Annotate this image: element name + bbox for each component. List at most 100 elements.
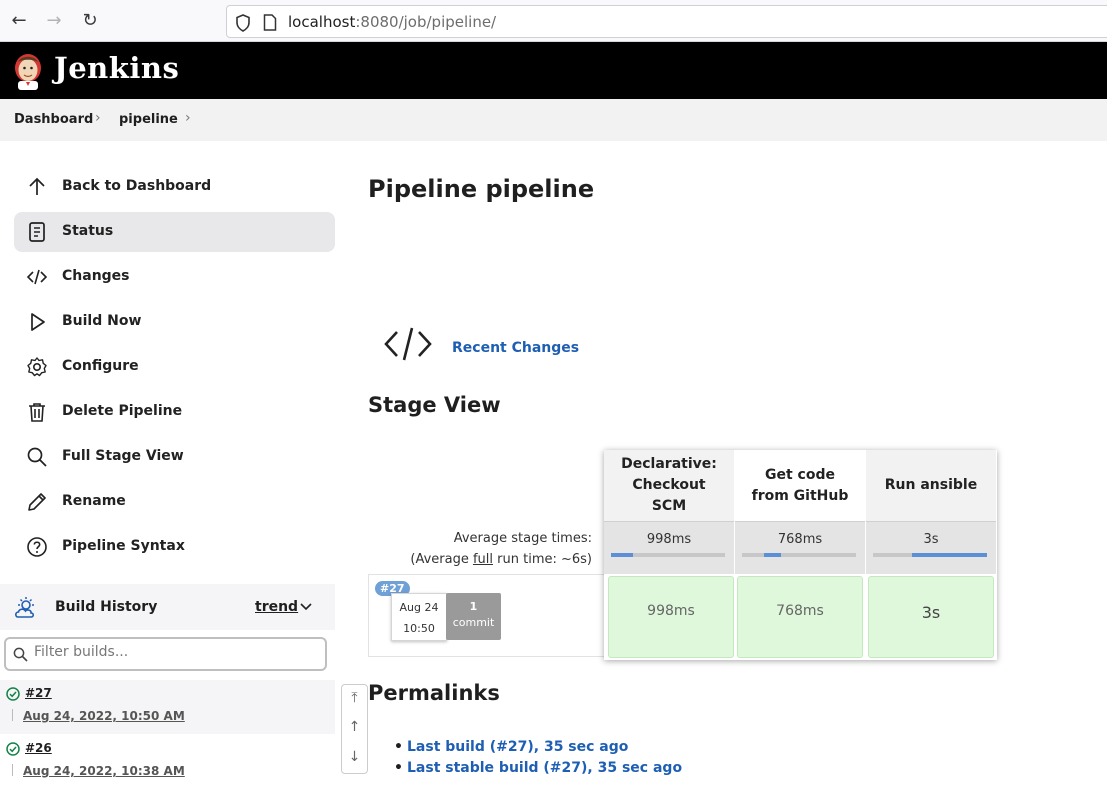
- success-check-icon: [6, 687, 20, 701]
- stage-time-bar: [742, 553, 856, 557]
- permalink-last-stable-build[interactable]: Last stable build (#27), 35 sec ago: [394, 760, 682, 776]
- stage-header: Declarative: Checkout SCM: [604, 450, 734, 521]
- breadcrumb-separator[interactable]: ›: [95, 110, 101, 126]
- sidebar-item-label: Full Stage View: [62, 448, 184, 464]
- back-button[interactable]: ←: [8, 10, 30, 32]
- browser-toolbar: ← → ↻ localhost:8080/job/pipeline/: [0, 0, 1107, 42]
- stage-average-time: 3s: [923, 532, 939, 547]
- breadcrumb: Dashboard › pipeline ›: [0, 99, 1107, 141]
- permalink-text[interactable]: Last stable build (#27), 35 sec ago: [407, 760, 682, 776]
- stage-average-time: 998ms: [646, 532, 692, 547]
- timeline-divider: [12, 764, 13, 776]
- breadcrumb-dashboard[interactable]: Dashboard: [14, 112, 93, 127]
- filter-builds-field[interactable]: [4, 637, 327, 671]
- recent-changes-link[interactable]: Recent Changes: [452, 340, 579, 356]
- scroll-controls: ⤒ ↑ ↓: [341, 684, 368, 774]
- trend-link[interactable]: trend: [255, 599, 298, 615]
- run-date: Aug 24: [399, 601, 439, 614]
- sidebar-item-label: Build Now: [62, 313, 142, 329]
- scroll-down-button[interactable]: ↓: [342, 749, 367, 765]
- pencil-icon: [28, 493, 46, 511]
- stage-time-bar-fill: [764, 553, 781, 557]
- sidebar-item-label: Changes: [62, 268, 130, 284]
- permalink-last-build[interactable]: Last build (#27), 35 sec ago: [394, 739, 628, 755]
- search-icon: [13, 647, 28, 662]
- scroll-up-button[interactable]: ↑: [342, 719, 367, 735]
- sidebar-item-changes[interactable]: Changes: [14, 257, 335, 297]
- jenkins-title[interactable]: Jenkins: [54, 51, 179, 85]
- url-text: localhost:8080/job/pipeline/: [288, 13, 496, 31]
- weather-sunny-cloud-icon: [15, 597, 35, 618]
- permalinks-title: Permalinks: [368, 681, 500, 705]
- build-date-link[interactable]: Aug 24, 2022, 10:38 AM: [23, 764, 185, 778]
- stage-result-cell[interactable]: 768ms: [737, 576, 863, 658]
- stage-time-bar: [873, 553, 987, 557]
- code-icon: [26, 269, 48, 285]
- average-stage-times-label: Average stage times:: [453, 531, 592, 546]
- build-date-link[interactable]: Aug 24, 2022, 10:50 AM: [23, 709, 185, 723]
- sidebar-item-label: Rename: [62, 493, 126, 509]
- jenkins-logo-icon[interactable]: [12, 52, 44, 90]
- filter-builds-input[interactable]: [34, 644, 314, 660]
- stage-view-table: Declarative: Checkout SCM 998ms 998ms Get c…: [604, 450, 997, 660]
- run-date-box: Aug 24 10:50: [391, 593, 447, 641]
- breadcrumb-pipeline[interactable]: pipeline: [119, 112, 178, 127]
- sidebar-item-label: Status: [62, 223, 114, 239]
- shield-icon: [236, 14, 250, 32]
- jenkins-header: Jenkins: [0, 42, 1107, 99]
- build-number-link[interactable]: #27: [25, 686, 52, 700]
- build-history-title: Build History: [55, 599, 158, 615]
- stage-header: Run ansible: [866, 450, 996, 521]
- stage-result-cell[interactable]: 3s: [868, 576, 994, 658]
- gear-icon: [27, 357, 47, 377]
- page-icon: [263, 14, 277, 31]
- sidebar-item-back-to-dashboard[interactable]: Back to Dashboard: [14, 167, 335, 207]
- sidebar-item-delete-pipeline[interactable]: Delete Pipeline: [14, 392, 335, 432]
- run-summary[interactable]: #27 Aug 24 10:50 1 commit: [368, 574, 605, 657]
- sidebar-item-full-stage-view[interactable]: Full Stage View: [14, 437, 335, 477]
- sidebar-item-label: Configure: [62, 358, 139, 374]
- sidebar-item-pipeline-syntax[interactable]: Pipeline Syntax: [14, 527, 335, 567]
- commit-count-box[interactable]: 1 commit: [446, 593, 501, 640]
- avg-suffix: run time: ~6s): [493, 552, 592, 567]
- commit-count: 1: [469, 600, 478, 613]
- reload-button[interactable]: ↻: [79, 10, 101, 32]
- url-bar[interactable]: localhost:8080/job/pipeline/: [226, 5, 1107, 38]
- stage-time-bar-fill: [912, 553, 987, 557]
- arrow-up-icon: [29, 177, 45, 195]
- build-number-link[interactable]: #26: [25, 741, 52, 755]
- sidebar-item-configure[interactable]: Configure: [14, 347, 335, 387]
- document-icon: [29, 222, 45, 242]
- permalink-text[interactable]: Last build (#27), 35 sec ago: [407, 739, 628, 755]
- scroll-top-button[interactable]: ⤒: [342, 690, 367, 706]
- page-title: Pipeline pipeline: [368, 175, 595, 203]
- stage-time-bar: [611, 553, 725, 557]
- sidebar-item-label: Back to Dashboard: [62, 178, 212, 194]
- play-icon: [31, 313, 45, 331]
- chevron-down-icon[interactable]: [300, 603, 312, 611]
- stage-header: Get code from GitHub: [751, 466, 849, 504]
- sidebar-item-rename[interactable]: Rename: [14, 482, 335, 522]
- trash-icon: [29, 403, 45, 422]
- stage-average: 768ms: [735, 521, 865, 574]
- success-check-icon: [6, 742, 20, 756]
- help-icon: [27, 537, 47, 557]
- breadcrumb-separator[interactable]: ›: [185, 110, 191, 126]
- build-row[interactable]: #27 Aug 24, 2022, 10:50 AM: [0, 680, 335, 734]
- code-icon[interactable]: [384, 326, 432, 362]
- timeline-divider: [12, 709, 13, 721]
- sidebar-item-label: Pipeline Syntax: [62, 538, 185, 554]
- stage-result-cell[interactable]: 998ms: [608, 576, 734, 658]
- run-time: 10:50: [403, 622, 435, 635]
- forward-button[interactable]: →: [43, 10, 65, 32]
- sidebar-item-status[interactable]: Status: [14, 212, 335, 252]
- stage-time-bar-fill: [611, 553, 633, 557]
- stage-view-title: Stage View: [368, 393, 501, 417]
- url-path: :8080/job/pipeline/: [355, 13, 497, 31]
- sidebar-item-build-now[interactable]: Build Now: [14, 302, 335, 342]
- commit-label: commit: [452, 616, 495, 629]
- full-run-link[interactable]: full: [473, 552, 493, 567]
- url-host: localhost: [288, 13, 356, 31]
- stage-average: 3s: [866, 521, 996, 574]
- build-row[interactable]: #26 Aug 24, 2022, 10:38 AM: [0, 735, 335, 789]
